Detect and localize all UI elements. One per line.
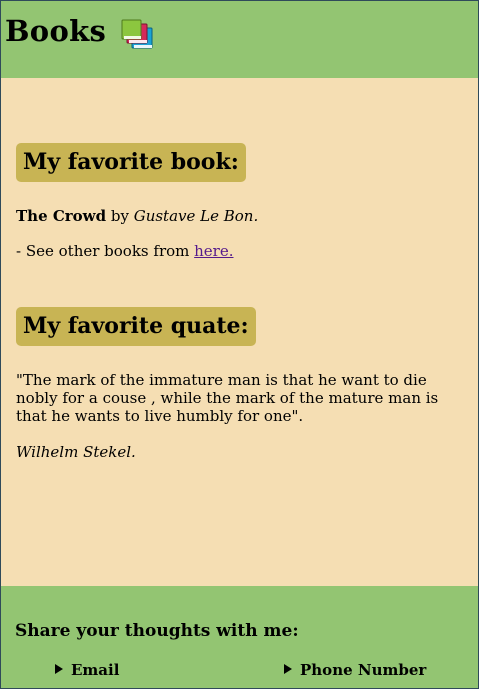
favorite-quote-heading: My favorite quate: [16, 307, 256, 346]
page-frame: Books My favorite book: The Crowd by Gus… [0, 0, 479, 689]
favorite-book-heading: My favorite book: [16, 143, 246, 182]
see-other-books-line: - See other books from here. [16, 242, 234, 260]
disclosure-triangle-icon [55, 664, 63, 674]
phone-number-label: Phone Number [300, 661, 427, 679]
books-icon [121, 19, 153, 49]
book-title: The Crowd [16, 207, 107, 225]
site-title: Books [5, 14, 107, 48]
book-author: Gustave Le Bon. [133, 207, 259, 225]
email-label: Email [71, 661, 120, 679]
site-footer: Share your thoughts with me: Email Phone… [1, 586, 478, 688]
quote-author: Wilhelm Stekel. [16, 443, 136, 461]
email-toggle[interactable]: Email [55, 661, 119, 679]
other-books-link[interactable]: here. [194, 242, 233, 260]
disclosure-triangle-icon [284, 664, 292, 674]
phone-number-toggle[interactable]: Phone Number [284, 661, 426, 679]
main-content: My favorite book: The Crowd by Gustave L… [1, 78, 478, 586]
share-thoughts-title: Share your thoughts with me: [15, 621, 299, 641]
see-other-books-text: - See other books from [16, 242, 195, 260]
favorite-book-line: The Crowd by Gustave Le Bon. [16, 207, 258, 225]
book-by-text: by [106, 207, 134, 225]
site-header: Books [1, 1, 478, 78]
quote-text: "The mark of the immature man is that he… [16, 371, 439, 425]
